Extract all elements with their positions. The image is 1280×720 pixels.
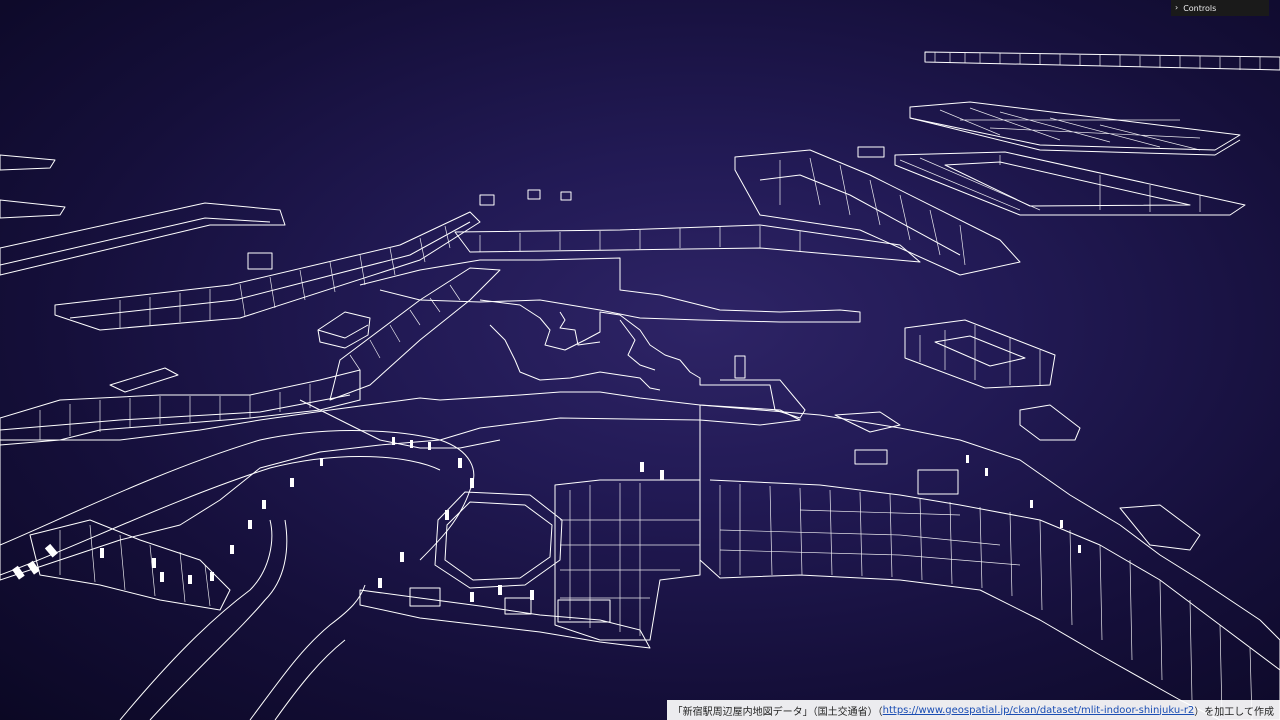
attribution-prefix: 「新宿駅周辺屋内地図データ」（国土交通省）（: [672, 706, 883, 718]
lower-left-passage: [0, 430, 475, 720]
attribution-bar: 「新宿駅周辺屋内地図データ」（国土交通省）（ https://www.geosp…: [666, 700, 1280, 720]
controls-toggle[interactable]: › Controls: [1171, 0, 1269, 16]
far-building-upper-right: [909, 101, 1241, 156]
3d-map-viewport[interactable]: [0, 0, 1280, 720]
building-box-right: [904, 319, 1056, 389]
lower-right-platforms: [699, 404, 1280, 720]
chevron-right-icon: ›: [1175, 3, 1179, 12]
wireframe-scene: [0, 51, 1280, 720]
octagon-plaza: [434, 491, 563, 589]
far-building-right-frame: [894, 151, 1246, 216]
attribution-suffix: ）を加工して作成: [1194, 706, 1274, 718]
far-building-top-right: [924, 51, 1280, 71]
upper-concourse: [359, 224, 921, 323]
controls-label: Controls: [1183, 3, 1217, 13]
building-box-center-left: [317, 311, 371, 349]
far-left-fragments: [0, 154, 286, 276]
south-block: [359, 479, 701, 649]
attribution-link[interactable]: https://www.geospatial.jp/ckan/dataset/m…: [883, 705, 1195, 716]
left-corridor: [0, 367, 801, 581]
